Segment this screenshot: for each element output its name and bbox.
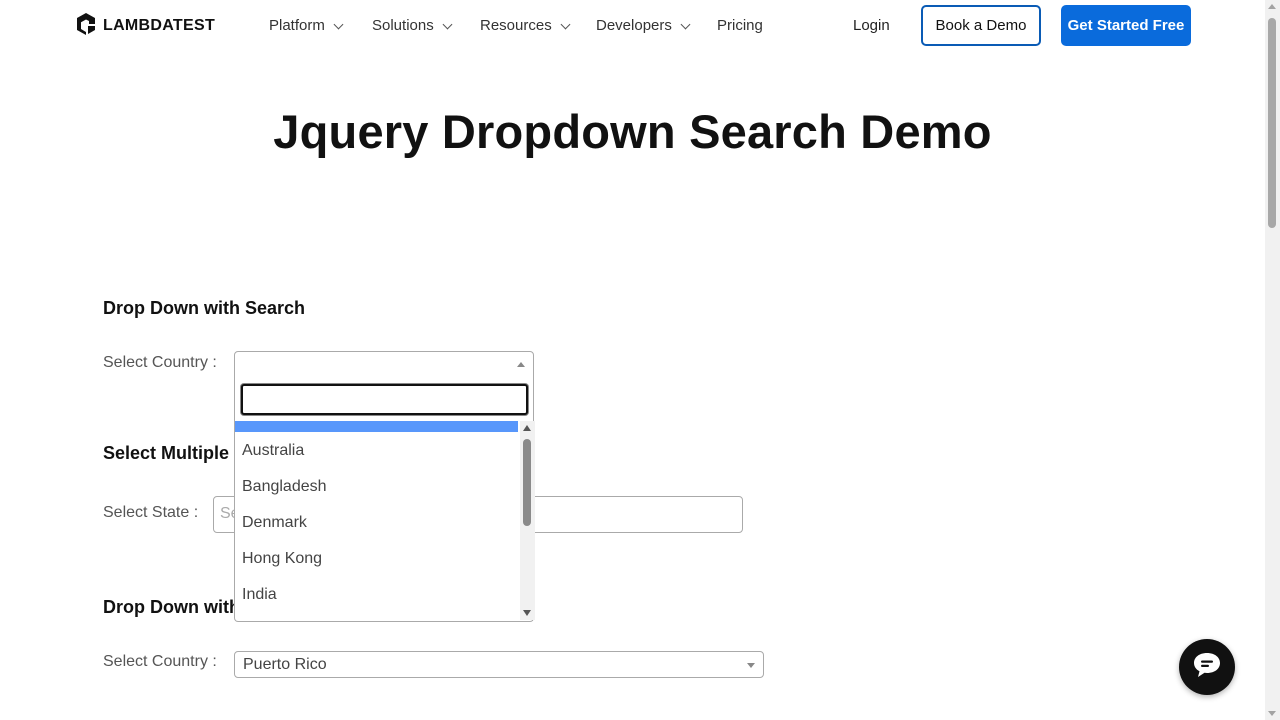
highlighted-option[interactable] <box>235 421 518 432</box>
option-australia[interactable]: Australia <box>242 442 304 460</box>
page-title: Jquery Dropdown Search Demo <box>273 105 992 158</box>
option-bangladesh[interactable]: Bangladesh <box>242 478 327 496</box>
country-select[interactable] <box>234 351 534 379</box>
chat-bubble-icon <box>1192 651 1222 684</box>
select-state-label: Select State : <box>103 504 199 521</box>
chevron-down-icon <box>333 19 344 29</box>
book-demo-button[interactable]: Book a Demo <box>921 5 1041 46</box>
login-link[interactable]: Login <box>853 17 890 34</box>
top-navbar: LAMBDATEST Platform Solutions Resources … <box>0 0 1265 52</box>
lambdatest-logo-icon <box>75 12 97 41</box>
nav-developers-label: Developers <box>596 17 672 34</box>
logo-text: LAMBDATEST <box>103 17 216 34</box>
scroll-up-arrow-icon[interactable] <box>523 425 531 431</box>
country-select-2-value: Puerto Rico <box>243 656 327 673</box>
nav-pricing[interactable]: Pricing <box>717 17 763 34</box>
nav-platform-label: Platform <box>269 17 325 34</box>
chat-button[interactable] <box>1179 639 1235 695</box>
nav-resources[interactable]: Resources <box>480 17 571 34</box>
options-scrollbar[interactable] <box>520 421 535 620</box>
option-india[interactable]: India <box>242 586 277 604</box>
select-country-label-2: Select Country : <box>103 653 217 670</box>
scroll-down-arrow-icon[interactable] <box>1268 711 1276 716</box>
country-select-disabled-values[interactable]: Puerto Rico <box>234 651 764 678</box>
chevron-down-icon <box>442 19 453 29</box>
nav-solutions[interactable]: Solutions <box>372 17 453 34</box>
page-scrollbar[interactable] <box>1265 0 1280 720</box>
chevron-down-icon <box>680 19 691 29</box>
lambdatest-logo[interactable]: LAMBDATEST <box>75 12 216 41</box>
option-hong-kong[interactable]: Hong Kong <box>242 550 322 568</box>
nav-solutions-label: Solutions <box>372 17 434 34</box>
section-dropdown-search-title: Drop Down with Search <box>103 298 306 318</box>
option-denmark[interactable]: Denmark <box>242 514 307 532</box>
chevron-down-icon <box>747 662 755 668</box>
scroll-up-arrow-icon[interactable] <box>1268 4 1276 9</box>
nav-platform[interactable]: Platform <box>269 17 344 34</box>
scrollbar-thumb[interactable] <box>1268 18 1276 228</box>
nav-pricing-label: Pricing <box>717 17 763 34</box>
options-scrollbar-thumb[interactable] <box>523 439 531 526</box>
scroll-down-arrow-icon[interactable] <box>523 610 531 616</box>
country-dropdown-panel: Australia Bangladesh Denmark Hong Kong I… <box>234 378 535 622</box>
country-options-list[interactable]: Australia Bangladesh Denmark Hong Kong I… <box>235 421 535 620</box>
select-country-label: Select Country : <box>103 354 217 371</box>
chevron-down-icon <box>560 19 571 29</box>
nav-resources-label: Resources <box>480 17 552 34</box>
chevron-up-icon <box>517 362 525 367</box>
nav-developers[interactable]: Developers <box>596 17 691 34</box>
country-search-input[interactable] <box>241 384 528 415</box>
get-started-button[interactable]: Get Started Free <box>1061 5 1191 46</box>
